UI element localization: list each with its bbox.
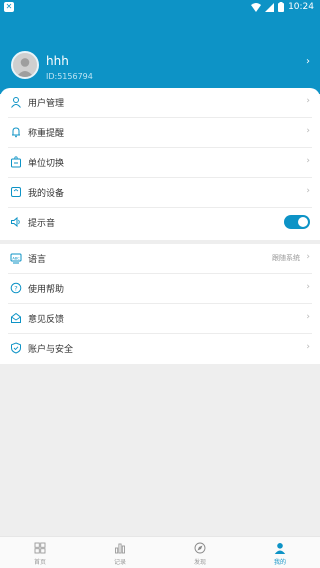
user-id: ID:5156794 — [46, 72, 93, 81]
menu-item-user-management[interactable]: 用户管理 › — [8, 88, 312, 118]
chevron-right-icon: › — [306, 312, 310, 322]
compass-icon — [194, 542, 206, 554]
scale-icon — [10, 156, 22, 168]
speaker-icon — [10, 216, 22, 228]
feedback-icon — [10, 312, 22, 324]
tab-discover[interactable]: 发现 — [160, 537, 240, 568]
menu-item-prompt-sound: 提示音 — [8, 208, 312, 238]
device-icon — [10, 186, 22, 198]
chevron-right-icon: › — [306, 156, 310, 166]
person-icon — [274, 542, 286, 554]
tab-mine[interactable]: 我的 — [240, 537, 320, 568]
menu-item-feedback[interactable]: 意见反馈 › — [8, 304, 312, 334]
avatar[interactable] — [11, 51, 39, 79]
wifi-icon — [251, 2, 262, 12]
tab-home[interactable]: 首页 — [0, 537, 80, 568]
tab-label: 发现 — [193, 559, 206, 566]
tab-label: 我的 — [273, 559, 286, 566]
bottom-tab-bar: 首页 记录 发现 我的 — [0, 536, 320, 568]
settings-group-1: 用户管理 › 称重提醒 › 单位切换 › 我的设备 › 提示音 — [0, 88, 320, 240]
chevron-right-icon: › — [306, 126, 310, 136]
toggle-knob — [298, 217, 308, 227]
menu-item-unit-switch[interactable]: 单位切换 › — [8, 148, 312, 178]
chevron-right-icon: › — [306, 342, 310, 352]
menu-item-label: 称重提醒 — [28, 129, 65, 139]
menu-item-label: 我的设备 — [28, 189, 65, 199]
avatar-placeholder-icon — [13, 53, 37, 77]
prompt-sound-toggle[interactable] — [284, 215, 310, 229]
chevron-right-icon: › — [306, 56, 310, 67]
menu-item-label: 意见反馈 — [28, 315, 65, 325]
menu-item-label: 语言 — [28, 255, 47, 265]
notification-icon: ✕ — [4, 2, 14, 12]
settings-group-2: ABC 语言 跟随系统 › ? 使用帮助 › 意见反馈 › 账户与安全 › — [0, 244, 320, 364]
menu-item-account-security[interactable]: 账户与安全 › — [8, 334, 312, 364]
svg-text:?: ? — [14, 284, 17, 292]
chart-icon — [114, 542, 126, 554]
status-time: 10:24 — [288, 2, 314, 12]
menu-item-label: 单位切换 — [28, 159, 65, 169]
help-icon: ? — [10, 282, 22, 294]
chevron-right-icon: › — [306, 282, 310, 292]
shield-icon — [10, 342, 22, 354]
signal-icon — [265, 2, 275, 12]
language-value: 跟随系统 — [272, 254, 300, 262]
chevron-right-icon: › — [306, 186, 310, 196]
chevron-right-icon: › — [306, 96, 310, 106]
tab-label: 记录 — [113, 559, 126, 566]
menu-item-language[interactable]: ABC 语言 跟随系统 › — [8, 244, 312, 274]
battery-icon — [278, 2, 285, 12]
home-grid-icon — [34, 542, 46, 554]
menu-item-label: 用户管理 — [28, 99, 65, 109]
menu-item-weigh-reminder[interactable]: 称重提醒 › — [8, 118, 312, 148]
menu-item-help[interactable]: ? 使用帮助 › — [8, 274, 312, 304]
menu-item-label: 使用帮助 — [28, 285, 65, 295]
menu-item-label: 提示音 — [28, 219, 56, 229]
tab-records[interactable]: 记录 — [80, 537, 160, 568]
menu-item-label: 账户与安全 — [28, 345, 74, 355]
bell-icon — [10, 126, 22, 138]
svg-text:ABC: ABC — [12, 256, 20, 260]
status-right: 10:24 — [251, 1, 314, 13]
language-icon: ABC — [10, 252, 22, 264]
menu-item-my-devices[interactable]: 我的设备 › — [8, 178, 312, 208]
user-icon — [10, 96, 22, 108]
profile-section[interactable]: hhh ID:5156794 › — [0, 34, 320, 90]
chevron-right-icon: › — [306, 252, 310, 262]
tab-label: 首页 — [33, 559, 46, 566]
username: hhh — [46, 54, 69, 68]
status-bar: ✕ 10:24 — [0, 0, 320, 14]
